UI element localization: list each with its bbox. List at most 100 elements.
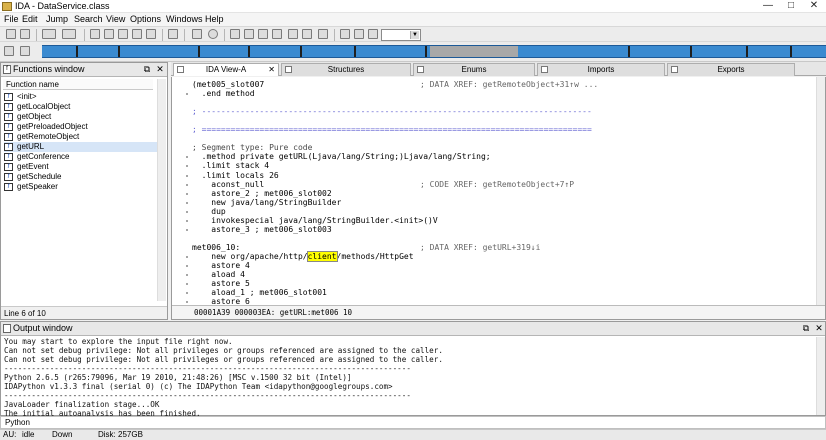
function-item[interactable]: f getPreloadedObject [4, 122, 159, 132]
menu-windows[interactable]: Windows [166, 14, 203, 24]
tab-structures[interactable]: Structures [281, 63, 411, 76]
function-icon: f [3, 65, 11, 74]
edit-icon[interactable] [302, 29, 312, 39]
line-marker [186, 283, 188, 286]
code-line[interactable]: astore 5 [192, 279, 250, 288]
code-line[interactable]: astore_2 ; met006_slot002 [192, 189, 331, 198]
code-line[interactable]: aload_1 ; met006_slot001 [192, 288, 327, 297]
pause-icon[interactable] [354, 29, 364, 39]
function-item[interactable]: f getSchedule [4, 172, 159, 182]
binary-search-icon[interactable] [132, 29, 142, 39]
code-line[interactable]: astore 4 [192, 261, 250, 270]
maximize-button[interactable]: □ [780, 0, 802, 12]
ida-view-disassembly[interactable]: (met005_slot007 ; DATA XREF: getRemoteObj… [171, 77, 826, 320]
menu-help[interactable]: Help [205, 14, 224, 24]
search-next-icon[interactable] [104, 29, 114, 39]
proximity-view-icon[interactable] [208, 29, 218, 39]
highlighted-identifier[interactable]: client [306, 250, 338, 262]
function-item[interactable]: f getEvent [4, 162, 159, 172]
back-arrow-icon[interactable] [42, 29, 56, 39]
close-pane-icon[interactable]: ✕ [155, 63, 165, 76]
xref-comment[interactable]: ; DATA XREF: getURL+319↓i [420, 243, 540, 252]
forward-arrow-icon[interactable] [62, 29, 76, 39]
text-search-icon[interactable] [118, 29, 128, 39]
open-file-icon[interactable] [6, 29, 16, 39]
user-xrefs-icon[interactable] [272, 29, 282, 39]
function-item[interactable]: f getObject [4, 112, 159, 122]
code-line[interactable]: ; ======================================… [192, 125, 592, 134]
function-item[interactable]: f getConference [4, 152, 159, 162]
line-marker [186, 165, 188, 168]
line-marker [186, 228, 188, 231]
tab-exports[interactable]: Exports [667, 63, 795, 76]
code-line[interactable]: .method private getURL(Ljava/lang/String… [192, 152, 491, 161]
close-button[interactable]: ✕ [803, 0, 825, 12]
code-line[interactable]: new java/lang/StringBuilder [192, 198, 341, 207]
tab-enums[interactable]: Enums [413, 63, 535, 76]
graph-view-icon[interactable] [192, 29, 202, 39]
menu-edit[interactable]: Edit [22, 14, 38, 24]
code-line[interactable]: .limit locals 26 [192, 171, 279, 180]
line-marker [186, 93, 188, 96]
close-tab-icon[interactable]: ✕ [268, 64, 275, 76]
stop-icon[interactable] [368, 29, 378, 39]
xref-comment[interactable]: ; DATA XREF: getRemoteObject+31↑w ... [420, 80, 598, 89]
tab-ida-view-a[interactable]: IDA View-A ✕ [173, 63, 279, 76]
call-graph-icon[interactable] [288, 29, 298, 39]
code-line[interactable]: .end method [192, 89, 255, 98]
menu-options[interactable]: Options [130, 14, 161, 24]
function-item-selected[interactable]: f getURL [4, 142, 159, 152]
nav-right-icon[interactable] [20, 46, 30, 56]
xref-comment[interactable]: ; CODE XREF: getRemoteObject+7↑P [420, 180, 574, 189]
code-line[interactable]: aload 4 [192, 270, 245, 279]
code-line[interactable]: aconst_null [192, 180, 264, 189]
close-pane-icon[interactable]: ✕ [814, 322, 824, 335]
code-line[interactable]: ; --------------------------------------… [192, 107, 592, 116]
output-scrollbar[interactable] [816, 337, 825, 415]
xref-from-icon[interactable] [258, 29, 268, 39]
flow-chart-icon[interactable] [230, 29, 240, 39]
code-text: met006_10: [192, 242, 241, 252]
tab-imports[interactable]: Imports [537, 63, 665, 76]
menu-search[interactable]: Search [74, 14, 103, 24]
float-window-icon[interactable]: ⧉ [142, 63, 152, 76]
code-line[interactable]: new org/apache/http/client/methods/HttpG… [192, 250, 414, 262]
immediate-search-icon[interactable] [146, 29, 156, 39]
xref-to-icon[interactable] [244, 29, 254, 39]
save-icon[interactable] [20, 29, 30, 39]
function-item[interactable]: f getLocalObject [4, 102, 159, 112]
menu-file[interactable]: File [4, 14, 19, 24]
code-line[interactable]: (met005_slot007 [192, 80, 264, 89]
nav-left-icon[interactable] [4, 46, 14, 56]
functions-scrollbar[interactable] [157, 79, 166, 301]
hex-view-icon[interactable] [168, 29, 178, 39]
code-text: ; Segment type: Pure code [192, 143, 313, 153]
delete-icon[interactable] [318, 29, 328, 39]
python-command-line[interactable]: Python [0, 416, 826, 429]
menu-view[interactable]: View [106, 14, 125, 24]
code-text: .method private getURL(Ljava/lang/String… [192, 152, 491, 162]
line-marker [186, 255, 188, 258]
search-icon[interactable] [90, 29, 100, 39]
output-icon [3, 324, 11, 333]
function-item[interactable]: f getRemoteObject [4, 132, 159, 142]
code-line[interactable]: invokespecial java/lang/StringBuilder.<i… [192, 216, 437, 225]
debugger-select[interactable]: ▼ [381, 29, 421, 41]
function-name-column-header[interactable]: Function name [3, 79, 153, 90]
code-line[interactable]: ; Segment type: Pure code [192, 143, 312, 152]
navigation-band[interactable] [42, 45, 826, 58]
play-icon[interactable] [340, 29, 350, 39]
nav-band-marker [425, 46, 427, 57]
float-window-icon[interactable]: ⧉ [801, 322, 811, 335]
code-line[interactable]: astore_3 ; met006_slot003 [192, 225, 331, 234]
disassembly-scrollbar[interactable] [816, 77, 825, 305]
function-item[interactable]: f <init> [4, 92, 159, 102]
minimize-button[interactable]: — [757, 0, 779, 12]
menu-jump[interactable]: Jump [46, 14, 68, 24]
code-line[interactable]: met006_10: [192, 243, 240, 252]
code-line[interactable]: dup [192, 207, 225, 216]
code-line[interactable]: .limit stack 4 [192, 161, 269, 170]
nav-band-marker [628, 46, 630, 57]
line-marker [186, 219, 188, 222]
function-item[interactable]: f getSpeaker [4, 182, 159, 192]
